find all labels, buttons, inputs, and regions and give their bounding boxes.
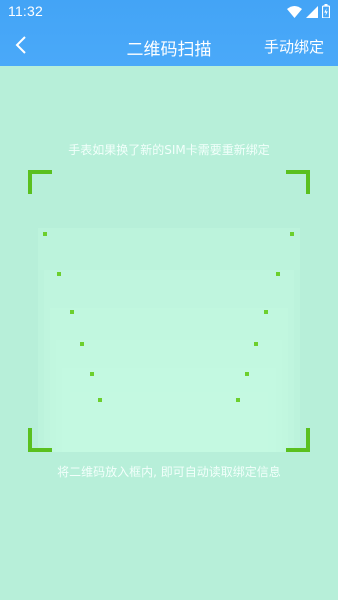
signal-icon	[306, 3, 318, 22]
scan-line-dot	[98, 398, 102, 402]
scan-corner-bottom-left	[28, 428, 52, 452]
header-bar: 11:32 二维码扫描 手动绑定	[0, 0, 338, 66]
scan-line-dot	[254, 342, 258, 346]
scan-corner-bottom-right	[286, 428, 310, 452]
system-icons	[287, 3, 331, 22]
status-time: 11:32	[8, 3, 43, 19]
scan-line-dot	[57, 272, 61, 276]
scan-frame	[28, 170, 310, 452]
wifi-icon	[287, 3, 302, 22]
sim-change-notice: 手表如果换了新的SIM卡需要重新绑定	[68, 143, 270, 157]
scan-line-dot	[236, 398, 240, 402]
scan-line-dot	[245, 372, 249, 376]
scan-line-dot	[264, 310, 268, 314]
navigation-bar: 二维码扫描 手动绑定	[0, 24, 338, 66]
scan-line-dot	[43, 232, 47, 236]
scan-hint: 将二维码放入框内, 即可自动读取绑定信息	[57, 465, 281, 479]
status-bar: 11:32	[0, 0, 338, 24]
scan-line-dot	[276, 272, 280, 276]
scan-line-dot	[90, 372, 94, 376]
scan-line-dot	[290, 232, 294, 236]
manual-bind-button[interactable]: 手动绑定	[264, 36, 324, 57]
scan-corner-top-right	[286, 170, 310, 194]
battery-icon	[321, 3, 331, 22]
scan-line-dot	[80, 342, 84, 346]
scan-line-dot	[70, 310, 74, 314]
scan-corner-top-left	[28, 170, 52, 194]
